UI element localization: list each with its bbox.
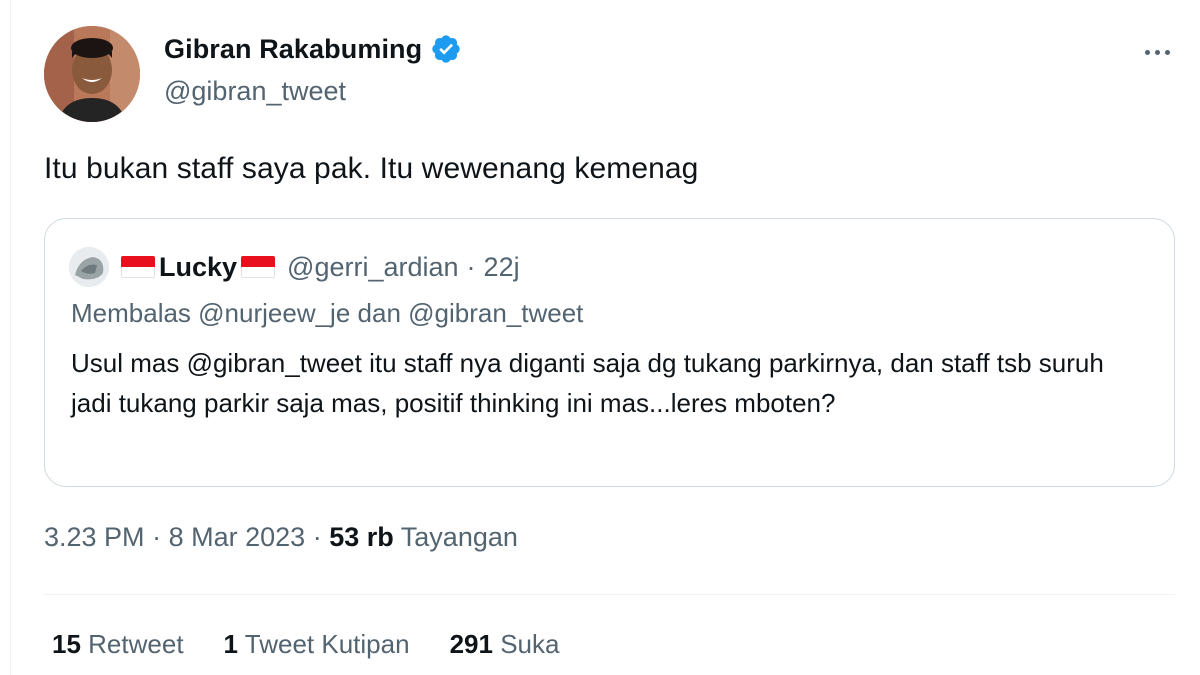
author-handle[interactable]: @gibran_tweet bbox=[164, 76, 346, 107]
quoted-reply-context: Membalas @nurjeew_je dan @gibran_tweet bbox=[71, 298, 584, 328]
likes-count: 291 bbox=[449, 629, 493, 659]
quote-tweets-count: 1 bbox=[223, 629, 239, 659]
quote-tweets-stat[interactable]: 1 Tweet Kutipan bbox=[224, 629, 410, 660]
engagement-stats: 15 Retweet 1 Tweet Kutipan 291 Suka bbox=[52, 629, 599, 660]
indonesia-flag-icon bbox=[241, 256, 276, 278]
tweet-meta: 3.23 PM · 8 Mar 2023 · 53 rb Tayangan bbox=[44, 522, 518, 553]
retweets-count: 15 bbox=[52, 629, 81, 659]
author-avatar[interactable] bbox=[44, 26, 140, 122]
author-display-name[interactable]: Gibran Rakabuming bbox=[164, 34, 422, 65]
timeline-border bbox=[10, 0, 11, 675]
more-options-icon[interactable] bbox=[1140, 40, 1174, 64]
verified-badge-icon bbox=[432, 35, 460, 63]
meta-separator: · bbox=[152, 522, 162, 552]
quoted-tweet-header: Lucky @gerri_ardian · 22j bbox=[69, 247, 520, 287]
likes-stat[interactable]: 291 Suka bbox=[450, 629, 560, 660]
meta-separator: · bbox=[466, 251, 476, 282]
tweet-text: Itu bukan staff saya pak. Itu wewenang k… bbox=[44, 152, 699, 185]
views-label: Tayangan bbox=[400, 522, 518, 552]
retweets-label: Retweet bbox=[88, 629, 184, 659]
divider bbox=[44, 594, 1175, 595]
likes-label: Suka bbox=[500, 629, 560, 659]
quoted-author-name[interactable]: Lucky bbox=[159, 252, 237, 283]
quoted-author-avatar[interactable] bbox=[69, 247, 109, 287]
quoted-tweet-text: Usul mas @gibran_tweet itu staff nya dig… bbox=[71, 348, 1104, 418]
tweet-time[interactable]: 3.23 PM bbox=[44, 522, 145, 552]
author-name-row: Gibran Rakabuming bbox=[164, 33, 462, 65]
quoted-tweet-card[interactable]: Lucky @gerri_ardian · 22j Membalas @nurj… bbox=[44, 218, 1175, 487]
views-count: 53 rb bbox=[329, 522, 394, 552]
tweet-date[interactable]: 8 Mar 2023 bbox=[169, 522, 306, 552]
quoted-author-handle: @gerri_ardian bbox=[287, 251, 459, 282]
quote-tweets-label: Tweet Kutipan bbox=[244, 629, 410, 659]
meta-separator: · bbox=[312, 522, 322, 552]
indonesia-flag-icon bbox=[121, 256, 155, 278]
retweets-stat[interactable]: 15 Retweet bbox=[52, 629, 184, 660]
quoted-tweet-age: 22j bbox=[483, 251, 520, 282]
